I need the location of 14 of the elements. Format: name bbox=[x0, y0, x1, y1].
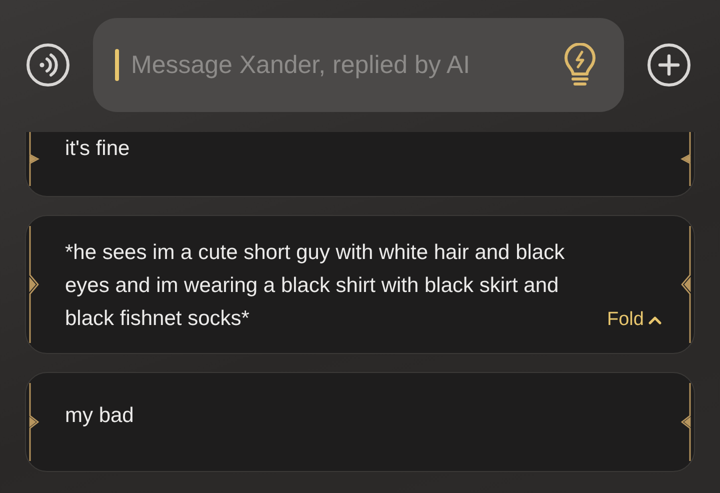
right-ornament-icon bbox=[678, 132, 692, 186]
right-ornament-icon bbox=[678, 383, 692, 461]
voice-icon[interactable] bbox=[25, 42, 71, 88]
left-ornament-icon bbox=[28, 383, 42, 461]
message-text: my bad bbox=[65, 402, 134, 428]
message-input[interactable]: Message Xander, replied by AI bbox=[129, 50, 550, 80]
add-icon[interactable] bbox=[646, 42, 692, 88]
message-text: *he sees im a cute short guy with white hair and black eyes and im wearing a black shirt with black skirt and black fishnet socks* bbox=[65, 240, 566, 332]
chevron-icon bbox=[648, 315, 662, 325]
message-text: it's fine bbox=[65, 136, 131, 162]
message-field[interactable]: Message Xander, replied by AI bbox=[93, 18, 624, 112]
left-ornament-icon bbox=[28, 132, 42, 186]
fold-button[interactable]: Fold bbox=[607, 309, 662, 331]
text-cursor bbox=[115, 49, 119, 81]
